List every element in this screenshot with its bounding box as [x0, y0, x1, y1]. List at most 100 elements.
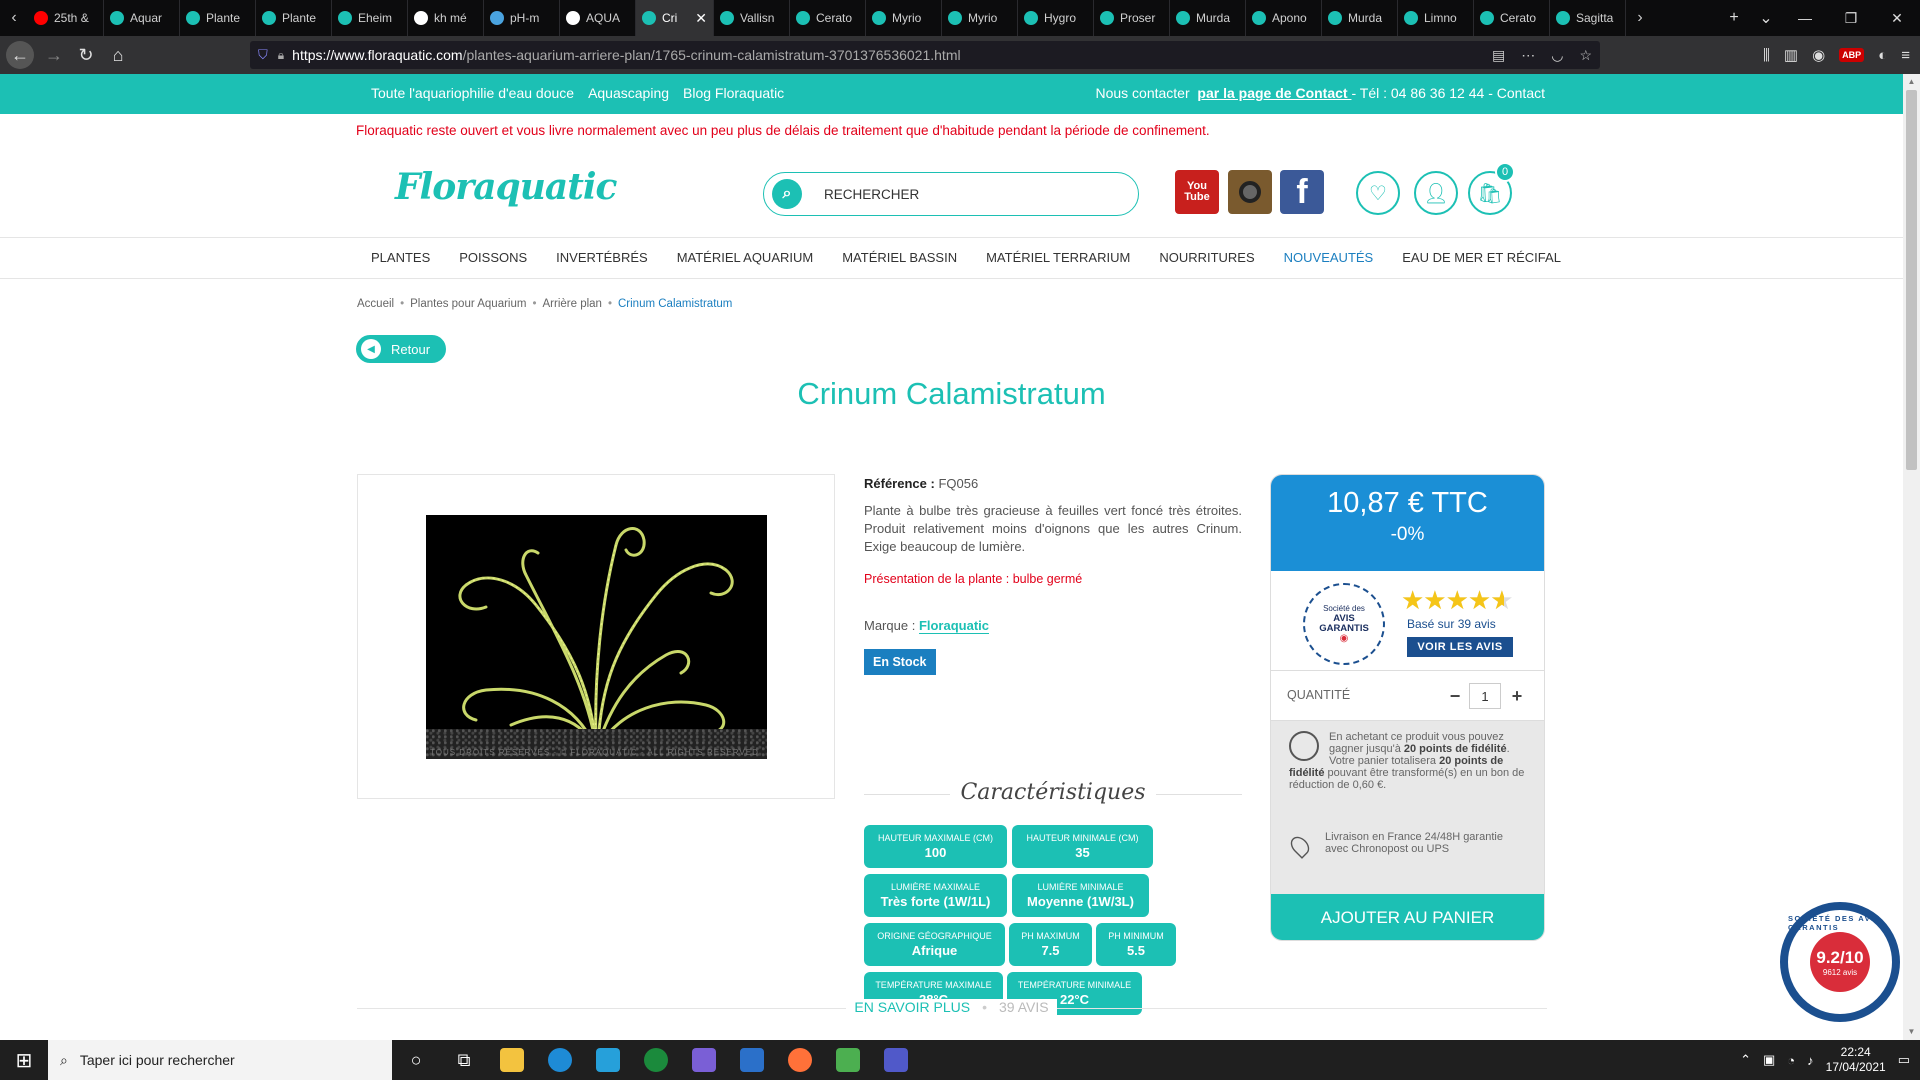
search-input[interactable] [824, 186, 1084, 202]
browser-tab[interactable]: Cerato [1474, 0, 1550, 36]
volume-icon[interactable]: ♪ [1807, 1053, 1814, 1068]
browser-tab[interactable]: Myrio [866, 0, 942, 36]
view-reviews-button[interactable]: VOIR LES AVIS [1407, 637, 1513, 657]
photos-icon[interactable] [728, 1040, 776, 1080]
browser-tab[interactable]: pH-m [484, 0, 560, 36]
tab-scroll-right-icon[interactable]: › [1626, 0, 1654, 36]
topbar-link-freshwater[interactable]: Toute l'aquariophilie d'eau douce [371, 85, 574, 101]
nav-item[interactable]: MATÉRIEL AQUARIUM [677, 250, 814, 265]
browser-tab[interactable]: Aquar [104, 0, 180, 36]
library-icon[interactable]: ⫼ [1763, 47, 1770, 64]
taskbar-search[interactable]: ⌕ Taper ici pour rechercher [48, 1040, 392, 1080]
page-actions-icon[interactable]: ⋯ [1521, 47, 1535, 64]
account-icon[interactable]: ◉ [1812, 46, 1825, 64]
tracking-shield-icon[interactable]: ⛉ [258, 47, 268, 63]
brand-link[interactable]: Floraquatic [918, 618, 990, 634]
cortana-icon[interactable]: ○ [392, 1040, 440, 1080]
home-icon[interactable]: ⌂ [102, 40, 134, 70]
app-green-icon[interactable] [632, 1040, 680, 1080]
tab-scroll-left-icon[interactable]: ‹ [0, 0, 28, 36]
page-scrollbar[interactable]: ▲ ▼ [1903, 74, 1920, 1040]
nav-item[interactable]: POISSONS [459, 250, 527, 265]
browser-tab[interactable]: Vallisn [714, 0, 790, 36]
tab-close-icon[interactable]: ✕ [695, 10, 707, 27]
topbar-link-blog[interactable]: Blog Floraquatic [683, 85, 784, 101]
nav-item[interactable]: INVERTÉBRÉS [556, 250, 648, 265]
browser-tab[interactable]: Plante [256, 0, 332, 36]
facebook-icon[interactable]: f [1280, 170, 1324, 214]
back-button[interactable]: ◀ Retour [356, 335, 446, 363]
browser-tab[interactable]: Murda [1170, 0, 1246, 36]
scroll-down-icon[interactable]: ▼ [1903, 1024, 1920, 1040]
browser-tab[interactable]: Sagitta [1550, 0, 1626, 36]
teams-icon[interactable] [872, 1040, 920, 1080]
back-icon[interactable]: ← [6, 41, 34, 69]
pocket-icon[interactable]: ◡ [1551, 47, 1563, 64]
notifications-icon[interactable]: ▭ [1898, 1052, 1910, 1068]
url-bar[interactable]: ⛉ 🔒︎ https://www.floraquatic.com /plante… [250, 41, 1600, 69]
task-view-icon[interactable]: ⧉ [440, 1040, 488, 1080]
user-account-icon[interactable]: 👤︎ [1414, 171, 1458, 215]
nav-item[interactable]: MATÉRIEL BASSIN [842, 250, 957, 265]
file-explorer-icon[interactable] [488, 1040, 536, 1080]
tab-reviews[interactable]: 39 AVIS [991, 999, 1057, 1015]
browser-tab[interactable]: Apono [1246, 0, 1322, 36]
browser-tab[interactable]: kh mé [408, 0, 484, 36]
browser-tab[interactable]: Murda [1322, 0, 1398, 36]
clock[interactable]: 22:24 17/04/2021 [1826, 1045, 1886, 1075]
firefox-icon[interactable] [776, 1040, 824, 1080]
restore-icon[interactable]: ❐ [1828, 0, 1874, 36]
lock-icon[interactable]: 🔒︎ [278, 48, 284, 63]
breadcrumb-plants[interactable]: Plantes pour Aquarium [410, 298, 526, 310]
tab-more-info[interactable]: EN SAVOIR PLUS [846, 999, 979, 1015]
network-icon[interactable]: ◔ [1787, 1053, 1795, 1068]
wishlist-icon[interactable]: ♡ [1356, 171, 1400, 215]
menu-icon[interactable]: ≡ [1901, 47, 1910, 64]
nav-item[interactable]: PLANTES [371, 250, 430, 265]
extension-icon[interactable]: ◐ [1878, 47, 1887, 64]
nav-item[interactable]: EAU DE MER ET RÉCIFAL [1402, 250, 1561, 265]
forward-icon[interactable]: → [38, 40, 70, 70]
bookmark-star-icon[interactable]: ☆ [1579, 47, 1592, 64]
youtube-icon[interactable]: You Tube [1175, 170, 1219, 214]
app-l-icon[interactable] [584, 1040, 632, 1080]
browser-tab[interactable]: Myrio [942, 0, 1018, 36]
reload-icon[interactable]: ↻ [70, 40, 102, 70]
edge-icon[interactable] [536, 1040, 584, 1080]
adblock-icon[interactable]: ABP [1839, 48, 1865, 62]
new-tab-icon[interactable]: + [1718, 9, 1750, 27]
scroll-up-icon[interactable]: ▲ [1903, 74, 1920, 90]
quantity-increase-button[interactable]: + [1505, 683, 1529, 709]
tray-app-icon[interactable]: ▣ [1763, 1052, 1775, 1068]
windows-start-icon[interactable]: ⊞ [0, 1040, 48, 1080]
search-icon[interactable]: ⌕ [772, 179, 802, 209]
scrollbar-thumb[interactable] [1906, 90, 1917, 470]
instagram-icon[interactable] [1228, 170, 1272, 214]
minimize-icon[interactable]: — [1782, 0, 1828, 36]
site-logo[interactable]: Floraquatic [395, 166, 617, 208]
quantity-decrease-button[interactable]: − [1443, 683, 1467, 709]
nav-item[interactable]: NOUVEAUTÉS [1284, 250, 1374, 265]
nav-item[interactable]: MATÉRIEL TERRARIUM [986, 250, 1130, 265]
add-to-cart-button[interactable]: AJOUTER AU PANIER [1271, 894, 1544, 940]
app-chat-icon[interactable] [680, 1040, 728, 1080]
topbar-link-aquascaping[interactable]: Aquascaping [588, 85, 669, 101]
browser-tab[interactable]: Cerato [790, 0, 866, 36]
browser-tab[interactable]: AQUA [560, 0, 636, 36]
list-tabs-icon[interactable]: ⌄ [1750, 8, 1782, 28]
product-photo[interactable]: TOUS DROITS RÉSERVÉS - © FLORAQUATIC - A… [426, 515, 767, 759]
contact-page-link[interactable]: par la page de Contact [1197, 85, 1351, 101]
close-window-icon[interactable]: ✕ [1874, 0, 1920, 36]
quantity-input[interactable]: 1 [1469, 683, 1501, 709]
browser-tab[interactable]: Cri ✕ [636, 0, 714, 36]
tray-expand-icon[interactable]: ⌃ [1740, 1052, 1751, 1068]
browser-tab[interactable]: Hygro [1018, 0, 1094, 36]
breadcrumb-background[interactable]: Arrière plan [543, 298, 602, 310]
browser-tab[interactable]: Eheim [332, 0, 408, 36]
nav-item[interactable]: NOURRITURES [1159, 250, 1254, 265]
sidebar-icon[interactable]: ▥ [1784, 46, 1798, 64]
avis-garantis-badge[interactable]: SOCIÉTÉ DES AVIS GARANTIS 9.2/10 9612 av… [1780, 902, 1900, 1022]
browser-tab[interactable]: Limno [1398, 0, 1474, 36]
browser-tab[interactable]: 25th & [28, 0, 104, 36]
breadcrumb-home[interactable]: Accueil [357, 298, 394, 310]
